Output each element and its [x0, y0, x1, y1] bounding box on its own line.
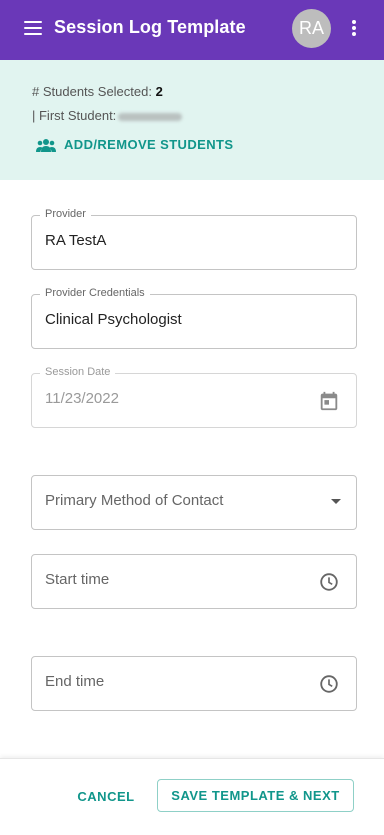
app-bar: Session Log Template RA: [0, 0, 384, 60]
app-title: Session Log Template: [54, 17, 246, 37]
clock-icon[interactable]: [318, 571, 340, 593]
first-student-label: | First Student:: [32, 108, 117, 123]
hamburger-menu-icon[interactable]: [24, 21, 42, 35]
footer-actions: CANCEL SAVE TEMPLATE & NEXT: [0, 758, 384, 835]
primary-method-placeholder: Primary Method of Contact: [45, 492, 224, 509]
session-date-label: Session Date: [40, 366, 116, 378]
clock-icon[interactable]: [318, 673, 340, 695]
people-icon: [36, 138, 56, 152]
primary-method-select[interactable]: Primary Method of Contact: [31, 475, 357, 530]
provider-credentials-label: Provider Credentials: [40, 287, 150, 299]
end-time-field[interactable]: End time: [31, 656, 357, 711]
start-time-field[interactable]: Start time: [31, 554, 357, 609]
first-student-name-redacted: [118, 112, 183, 121]
provider-field[interactable]: Provider RA TestA: [31, 208, 357, 270]
students-banner: # Students Selected: 2 | First Student: …: [0, 60, 384, 180]
students-selected: # Students Selected: 2: [32, 84, 163, 99]
avatar[interactable]: RA: [292, 9, 331, 48]
provider-label: Provider: [40, 208, 91, 220]
provider-credentials-field[interactable]: Provider Credentials Clinical Psychologi…: [31, 287, 357, 349]
session-date-value[interactable]: 11/23/2022: [45, 390, 119, 407]
add-remove-students-button[interactable]: ADD/REMOVE STUDENTS: [36, 137, 233, 152]
students-selected-count: 2: [155, 84, 163, 99]
cancel-button[interactable]: CANCEL: [68, 779, 144, 813]
calendar-icon[interactable]: [318, 390, 340, 412]
save-template-next-button[interactable]: SAVE TEMPLATE & NEXT: [157, 779, 354, 812]
provider-credentials-value[interactable]: Clinical Psychologist: [45, 311, 182, 328]
session-date-field[interactable]: Session Date 11/23/2022: [31, 366, 357, 428]
start-time-placeholder: Start time: [45, 571, 110, 588]
end-time-placeholder: End time: [45, 673, 105, 690]
students-selected-label: # Students Selected:: [32, 84, 156, 99]
provider-value[interactable]: RA TestA: [45, 232, 106, 249]
more-vertical-icon[interactable]: [352, 20, 356, 38]
first-student: | First Student:: [32, 108, 183, 123]
dropdown-arrow-icon[interactable]: [330, 498, 342, 506]
add-remove-students-label: ADD/REMOVE STUDENTS: [64, 137, 234, 152]
